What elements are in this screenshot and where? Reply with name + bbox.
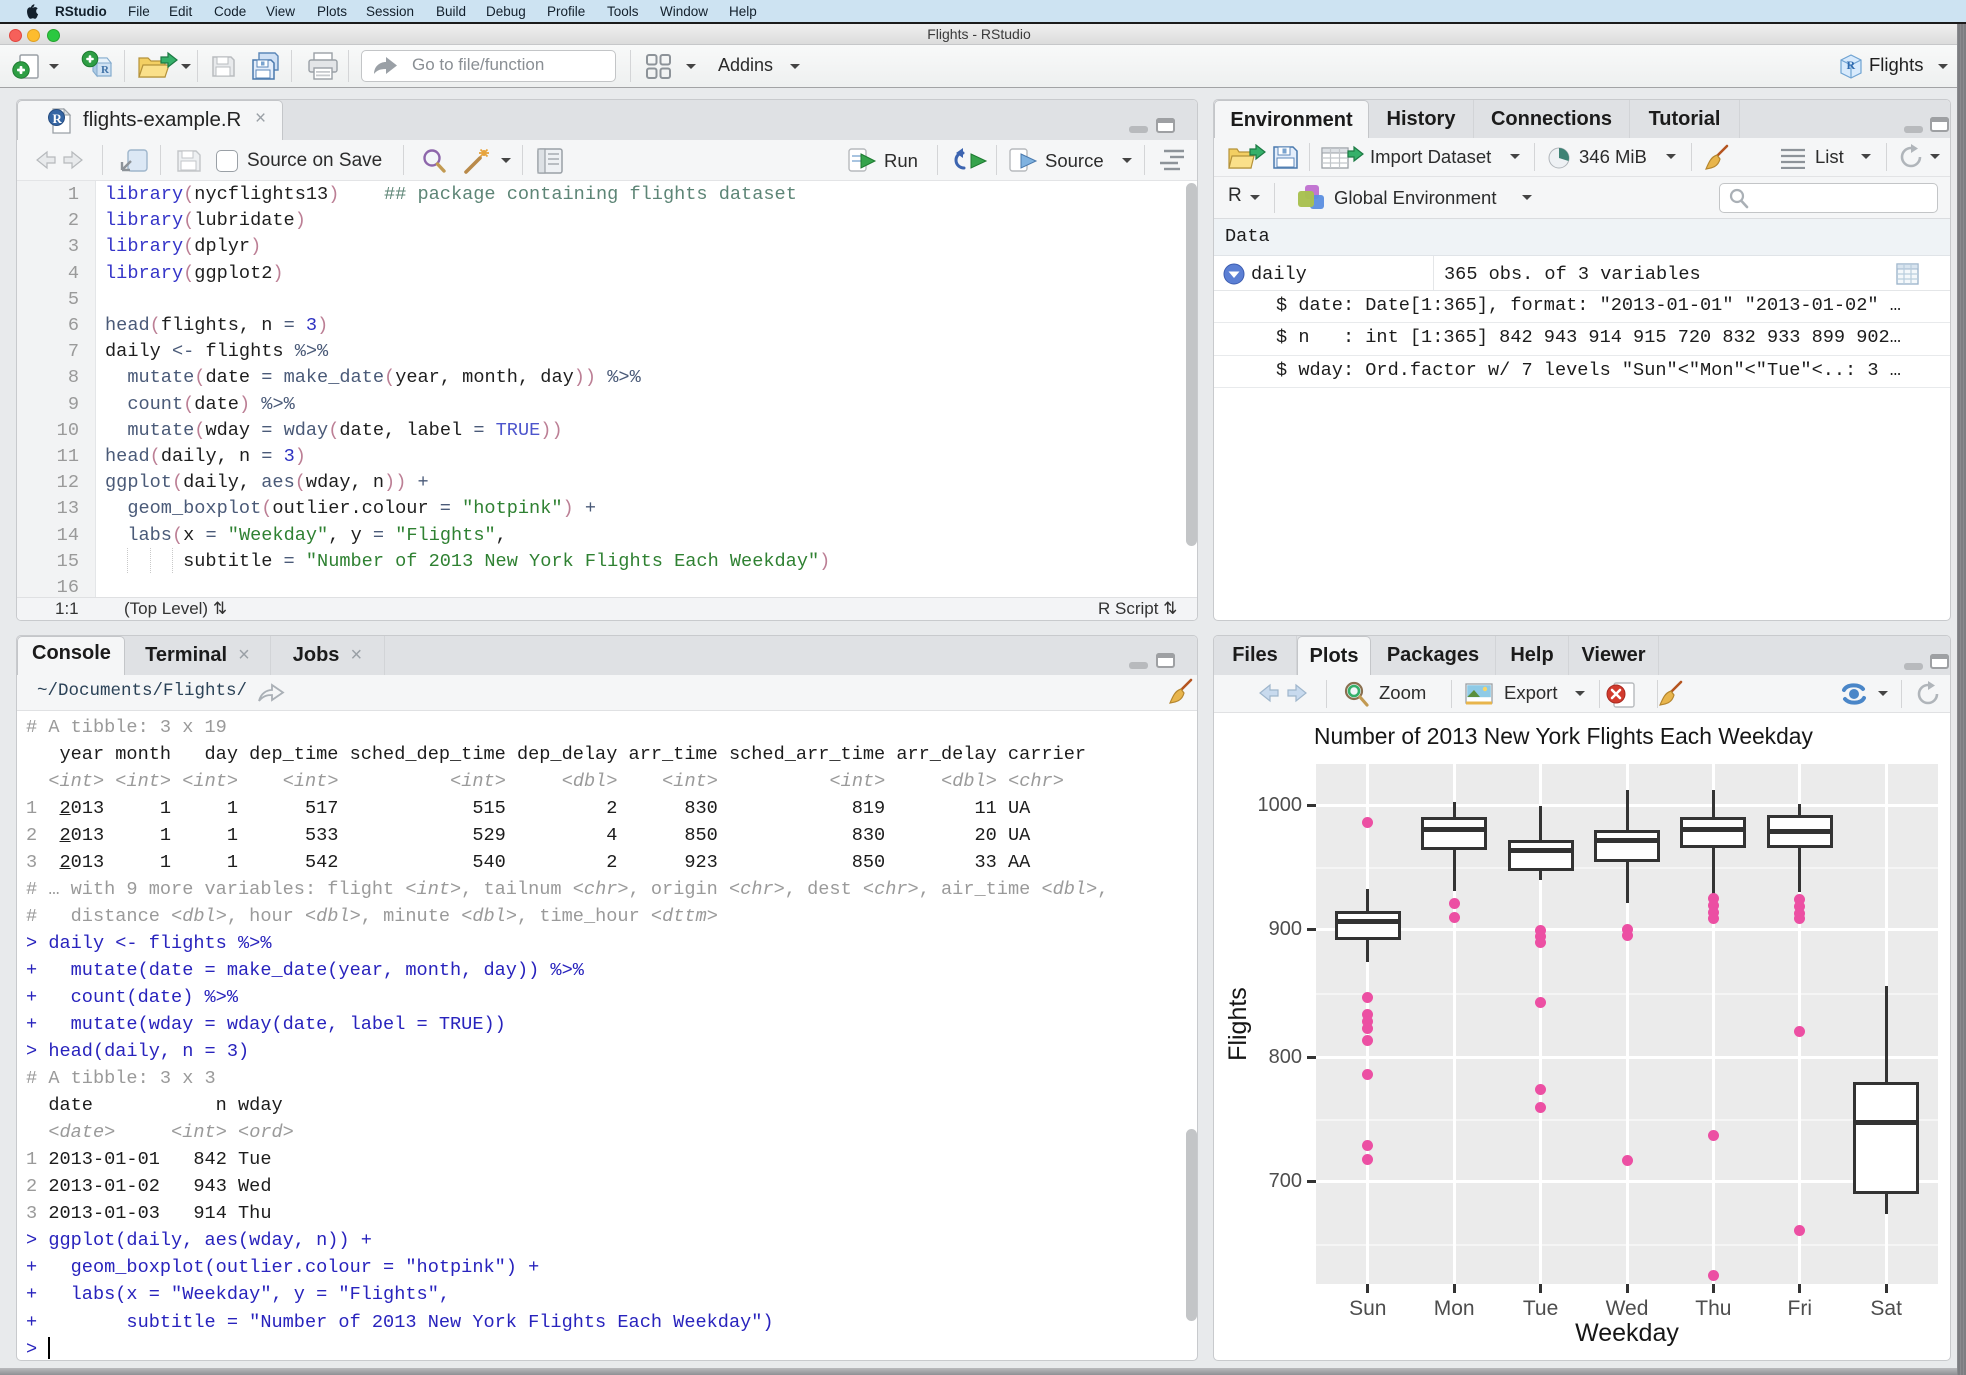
- svg-text:R: R: [101, 64, 110, 76]
- svg-text:R: R: [1847, 58, 1856, 72]
- svg-text:R: R: [53, 111, 63, 126]
